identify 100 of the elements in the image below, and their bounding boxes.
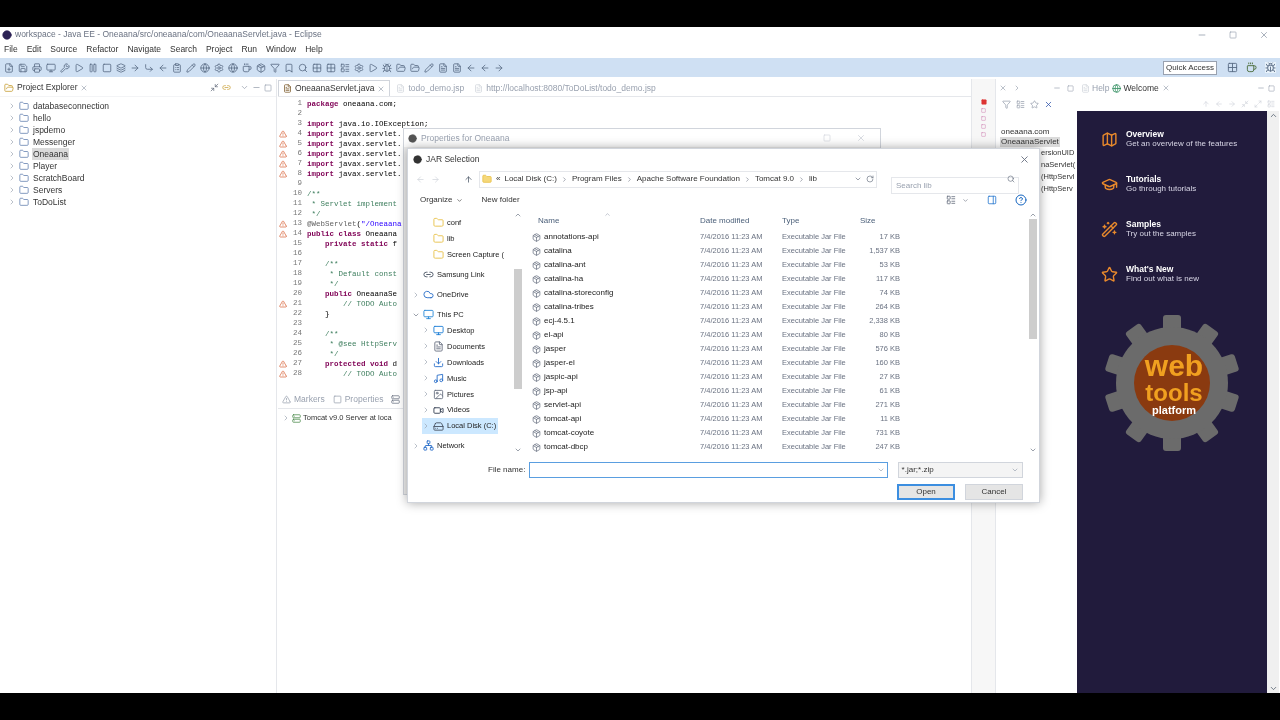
help-icon[interactable]: [1015, 194, 1027, 206]
organize-button[interactable]: Organize: [420, 194, 464, 206]
collapse-all-icon[interactable]: [210, 83, 219, 92]
file-name-field[interactable]: [529, 462, 888, 478]
outline-tool-icon[interactable]: [1030, 99, 1039, 109]
maximize-icon[interactable]: [264, 83, 272, 92]
java-ee-icon[interactable]: [1246, 62, 1257, 73]
toolbar-icon[interactable]: [186, 62, 196, 73]
outline-tool-icon[interactable]: [1044, 99, 1053, 109]
toolbar-icon[interactable]: [60, 62, 70, 73]
welcome-tool-icon[interactable]: [1267, 100, 1275, 108]
menu-item[interactable]: Navigate: [127, 42, 161, 56]
breadcrumb[interactable]: Apache Software Foundation: [636, 173, 740, 185]
address-bar[interactable]: « Local Disk (C:) Program Files Apache Software Foundation Tomcat 9.0 lib: [479, 170, 877, 188]
menu-item[interactable]: Refactor: [86, 42, 119, 56]
close-icon[interactable]: [1161, 84, 1170, 92]
menu-item[interactable]: File: [4, 42, 18, 56]
menu-item[interactable]: Source: [50, 42, 78, 56]
breadcrumb[interactable]: «: [496, 173, 501, 185]
debug-icon[interactable]: [1265, 62, 1276, 73]
toolbar-icon[interactable]: [32, 62, 42, 73]
toolbar-icon[interactable]: [228, 62, 238, 73]
toolbar-icon[interactable]: [158, 62, 168, 73]
menu-item[interactable]: Search: [170, 42, 197, 56]
menu-item[interactable]: Edit: [26, 42, 42, 56]
column-header[interactable]: Date modified: [700, 214, 782, 227]
close-icon[interactable]: [999, 84, 1007, 92]
file-name[interactable]: jasper: [544, 343, 566, 355]
breadcrumb[interactable]: Program Files: [571, 173, 622, 185]
menu-item[interactable]: Project: [205, 42, 233, 56]
back-icon[interactable]: [416, 174, 425, 184]
file-name[interactable]: tomcat-coyote: [544, 427, 595, 439]
open-button[interactable]: Open: [897, 484, 955, 500]
scroll-up-icon[interactable]: [1268, 111, 1278, 120]
toolbar-icon[interactable]: [242, 62, 252, 73]
toolbar-icon[interactable]: [46, 62, 56, 73]
chevron-right-icon[interactable]: [412, 290, 420, 299]
toolbar-icon[interactable]: [144, 62, 154, 73]
scroll-down-icon[interactable]: [514, 446, 522, 454]
file-name[interactable]: servlet-api: [544, 399, 581, 411]
welcome-tool-icon[interactable]: [1215, 100, 1223, 108]
scrollbar-thumb[interactable]: [1029, 219, 1037, 339]
scroll-down-icon[interactable]: [1268, 684, 1278, 693]
minimize-icon[interactable]: [1053, 84, 1061, 92]
outline-tool-icon[interactable]: [1016, 99, 1025, 109]
toolbar-icon[interactable]: [452, 62, 462, 73]
toolbar-icon[interactable]: [116, 62, 126, 73]
tree-item[interactable]: ToDoList: [32, 195, 68, 209]
tree-item[interactable]: Servers: [32, 183, 64, 197]
welcome-tool-icon[interactable]: [1228, 100, 1236, 108]
tree-item[interactable]: databaseconnection: [32, 99, 111, 113]
scrollbar-thumb[interactable]: [514, 269, 522, 389]
servers-icon[interactable]: [391, 395, 401, 404]
forward-icon[interactable]: [431, 174, 440, 184]
file-name[interactable]: annotations-api: [544, 231, 599, 243]
scroll-up-icon[interactable]: [1029, 211, 1037, 219]
toolbar-icon[interactable]: [214, 62, 224, 73]
close-icon[interactable]: [80, 83, 89, 92]
toolbar-icon[interactable]: [284, 62, 294, 73]
toolbar-icon[interactable]: [200, 62, 210, 73]
toolbar-icon[interactable]: [88, 62, 98, 73]
dropdown-icon[interactable]: [854, 175, 862, 183]
column-header[interactable]: Type: [782, 214, 860, 227]
view-options-icon[interactable]: [946, 195, 956, 205]
toolbar-icon[interactable]: [396, 62, 406, 73]
maximize-icon[interactable]: [1067, 84, 1074, 92]
scroll-down-icon[interactable]: [1029, 446, 1037, 454]
toolbar-icon[interactable]: [312, 62, 322, 73]
tree-item[interactable]: Oneaana: [32, 147, 69, 161]
file-name[interactable]: jasper-el: [544, 357, 575, 369]
tree-item[interactable]: ScratchBoard: [32, 171, 86, 185]
file-name[interactable]: tomcat-dbcp: [544, 441, 589, 453]
file-type-select[interactable]: *.jar;*.zip: [897, 462, 1023, 478]
preview-pane-icon[interactable]: [987, 195, 997, 205]
toolbar-icon[interactable]: [368, 62, 378, 73]
toolbar-icon[interactable]: [172, 62, 182, 73]
outline-item[interactable]: OneaanaServlet: [1000, 137, 1060, 147]
toolbar-icon[interactable]: [410, 62, 420, 73]
toolbar-icon[interactable]: [130, 62, 140, 73]
maximize-icon[interactable]: [1268, 84, 1275, 92]
editor-tab[interactable]: OneaanaServlet.java: [278, 80, 391, 96]
welcome-tool-icon[interactable]: [1202, 100, 1210, 108]
menu-item[interactable]: Run: [241, 42, 257, 56]
welcome-tool-icon[interactable]: [1254, 100, 1262, 108]
toolbar-icon[interactable]: [270, 62, 280, 73]
overflow-icon[interactable]: [1013, 84, 1021, 92]
new-folder-button[interactable]: New folder: [481, 194, 520, 206]
file-name[interactable]: catalina: [544, 245, 572, 257]
toolbar-icon[interactable]: [298, 62, 308, 73]
up-icon[interactable]: [464, 174, 473, 184]
toolbar-icon[interactable]: [466, 62, 476, 73]
file-name[interactable]: ecj-4.5.1: [544, 315, 575, 327]
cancel-button[interactable]: Cancel: [965, 484, 1023, 500]
minimize-icon[interactable]: [1257, 84, 1265, 92]
tree-item[interactable]: hello: [32, 111, 52, 125]
file-name[interactable]: catalina-tribes: [544, 301, 594, 313]
toolbar-icon[interactable]: [4, 62, 14, 73]
toolbar-icon[interactable]: [18, 62, 28, 73]
welcome-link[interactable]: Samples: [1126, 219, 1196, 229]
toolbar-icon[interactable]: [256, 62, 266, 73]
